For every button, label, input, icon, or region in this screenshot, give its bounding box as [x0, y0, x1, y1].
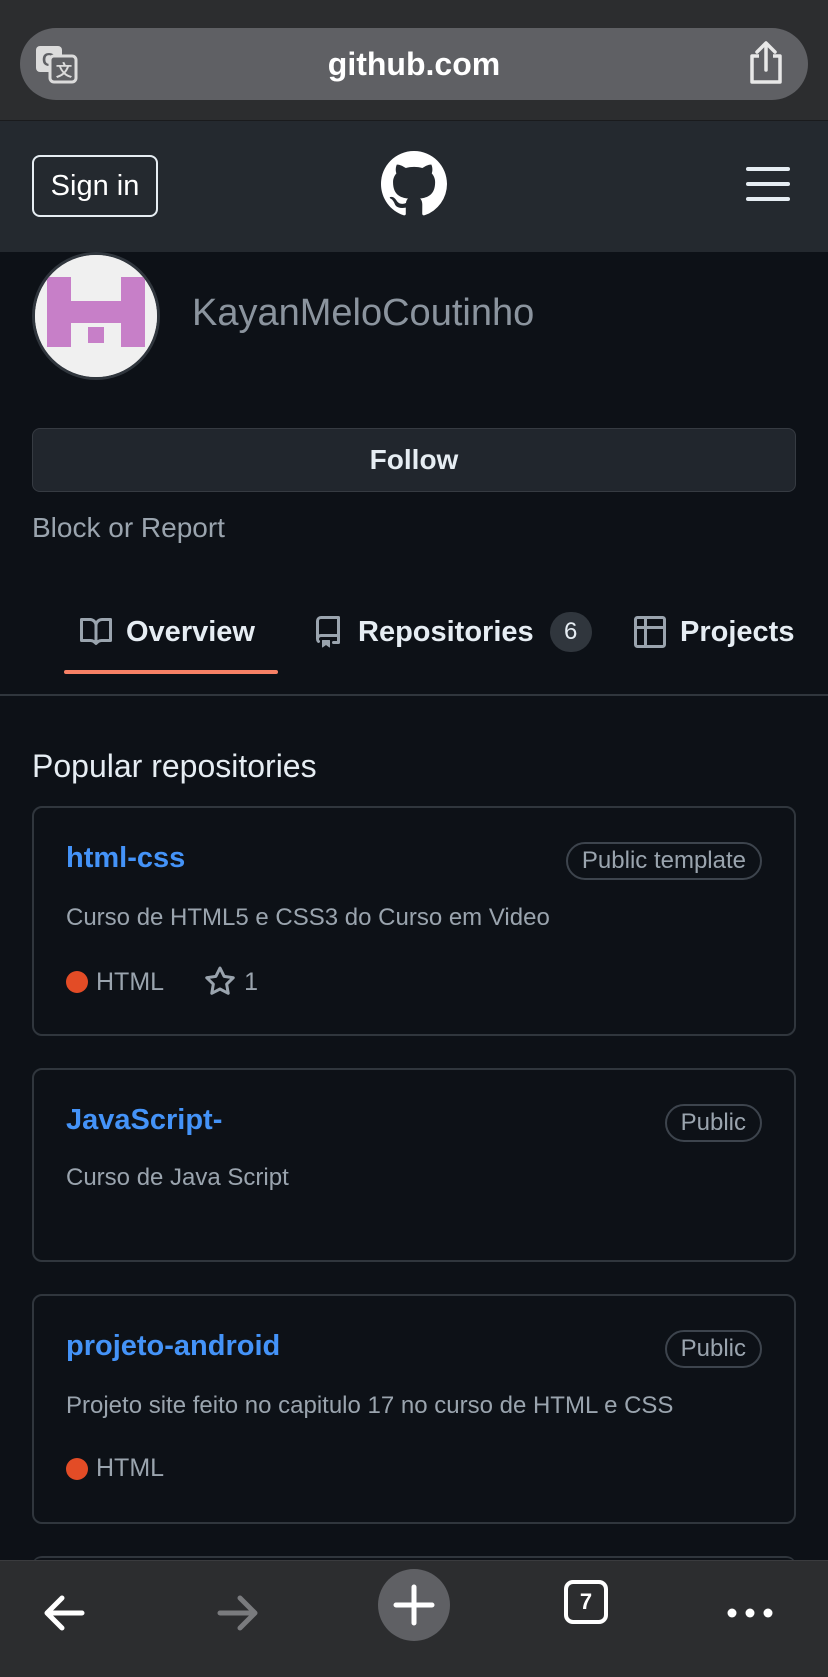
visibility-badge: Public	[664, 1104, 762, 1142]
selected-tab-indicator	[64, 670, 278, 674]
star-icon	[205, 966, 235, 995]
url-text[interactable]: github.com	[20, 46, 808, 83]
tab-projects[interactable]: Projects	[634, 610, 794, 654]
repo-language: HTML	[96, 967, 165, 996]
repo-star-count: 1	[244, 967, 258, 996]
repo-card: projeto-android Public Projeto site feit…	[32, 1294, 796, 1524]
repo-meta: HTML	[66, 1454, 164, 1483]
repo-description: Curso de HTML5 e CSS3 do Curso em Video	[66, 904, 550, 931]
book-icon	[80, 617, 112, 645]
repo-meta: HTML 1	[66, 966, 258, 998]
language-color-dot	[66, 971, 88, 993]
plus-icon	[393, 1584, 435, 1626]
block-or-report-link[interactable]: Block or Report	[32, 512, 225, 544]
share-icon[interactable]	[746, 40, 786, 86]
repo-name-link[interactable]: projeto-android	[66, 1330, 280, 1363]
repo-description: Curso de Java Script	[66, 1164, 289, 1191]
repo-language: HTML	[96, 1454, 165, 1482]
profile-username: KayanMeloCoutinho	[192, 292, 535, 334]
github-mark-icon[interactable]	[381, 151, 447, 217]
address-bar[interactable]: G 文 github.com	[20, 28, 808, 100]
new-tab-button[interactable]	[378, 1569, 450, 1641]
repo-stars-link[interactable]: 1	[204, 966, 258, 998]
tab-repositories-label: Repositories	[358, 615, 534, 648]
identicon-icon	[35, 255, 157, 377]
language-color-dot	[66, 1457, 88, 1480]
visibility-badge: Public	[664, 1330, 762, 1368]
repo-icon	[316, 616, 340, 648]
visibility-badge: Public template	[565, 842, 762, 880]
browser-bottom-toolbar: 7	[0, 1560, 828, 1677]
repo-name-link[interactable]: JavaScript-	[66, 1104, 222, 1137]
tab-overview[interactable]: Overview	[80, 610, 255, 654]
table-icon	[634, 616, 666, 648]
sign-in-button[interactable]: Sign in	[32, 155, 158, 217]
browser-top-bar: G 文 github.com	[0, 0, 828, 121]
repo-description: Projeto site feito no capitulo 17 no cur…	[66, 1392, 674, 1419]
repo-card: JavaScript- Public Curso de Java Script	[32, 1068, 796, 1262]
more-dots-icon[interactable]	[722, 1585, 778, 1641]
tab-switcher-button[interactable]: 7	[564, 1580, 608, 1624]
repositories-count-badge: 6	[549, 612, 592, 652]
popular-repositories-title: Popular repositories	[32, 748, 317, 784]
repo-name-link[interactable]: html-css	[66, 842, 185, 875]
tab-repositories[interactable]: Repositories 6	[312, 610, 592, 654]
tab-projects-label: Projects	[680, 615, 795, 648]
follow-button[interactable]: Follow	[32, 428, 796, 492]
hamburger-icon[interactable]	[746, 167, 790, 201]
back-arrow-icon[interactable]	[36, 1585, 92, 1641]
avatar[interactable]	[32, 252, 160, 380]
tab-overview-label: Overview	[126, 615, 255, 648]
profile-tabs: Overview Repositories 6 Projects	[0, 588, 828, 696]
site-header: Sign in	[0, 121, 828, 252]
repo-card: html-css Public template Curso de HTML5 …	[32, 806, 796, 1036]
forward-arrow-icon[interactable]	[210, 1585, 266, 1641]
